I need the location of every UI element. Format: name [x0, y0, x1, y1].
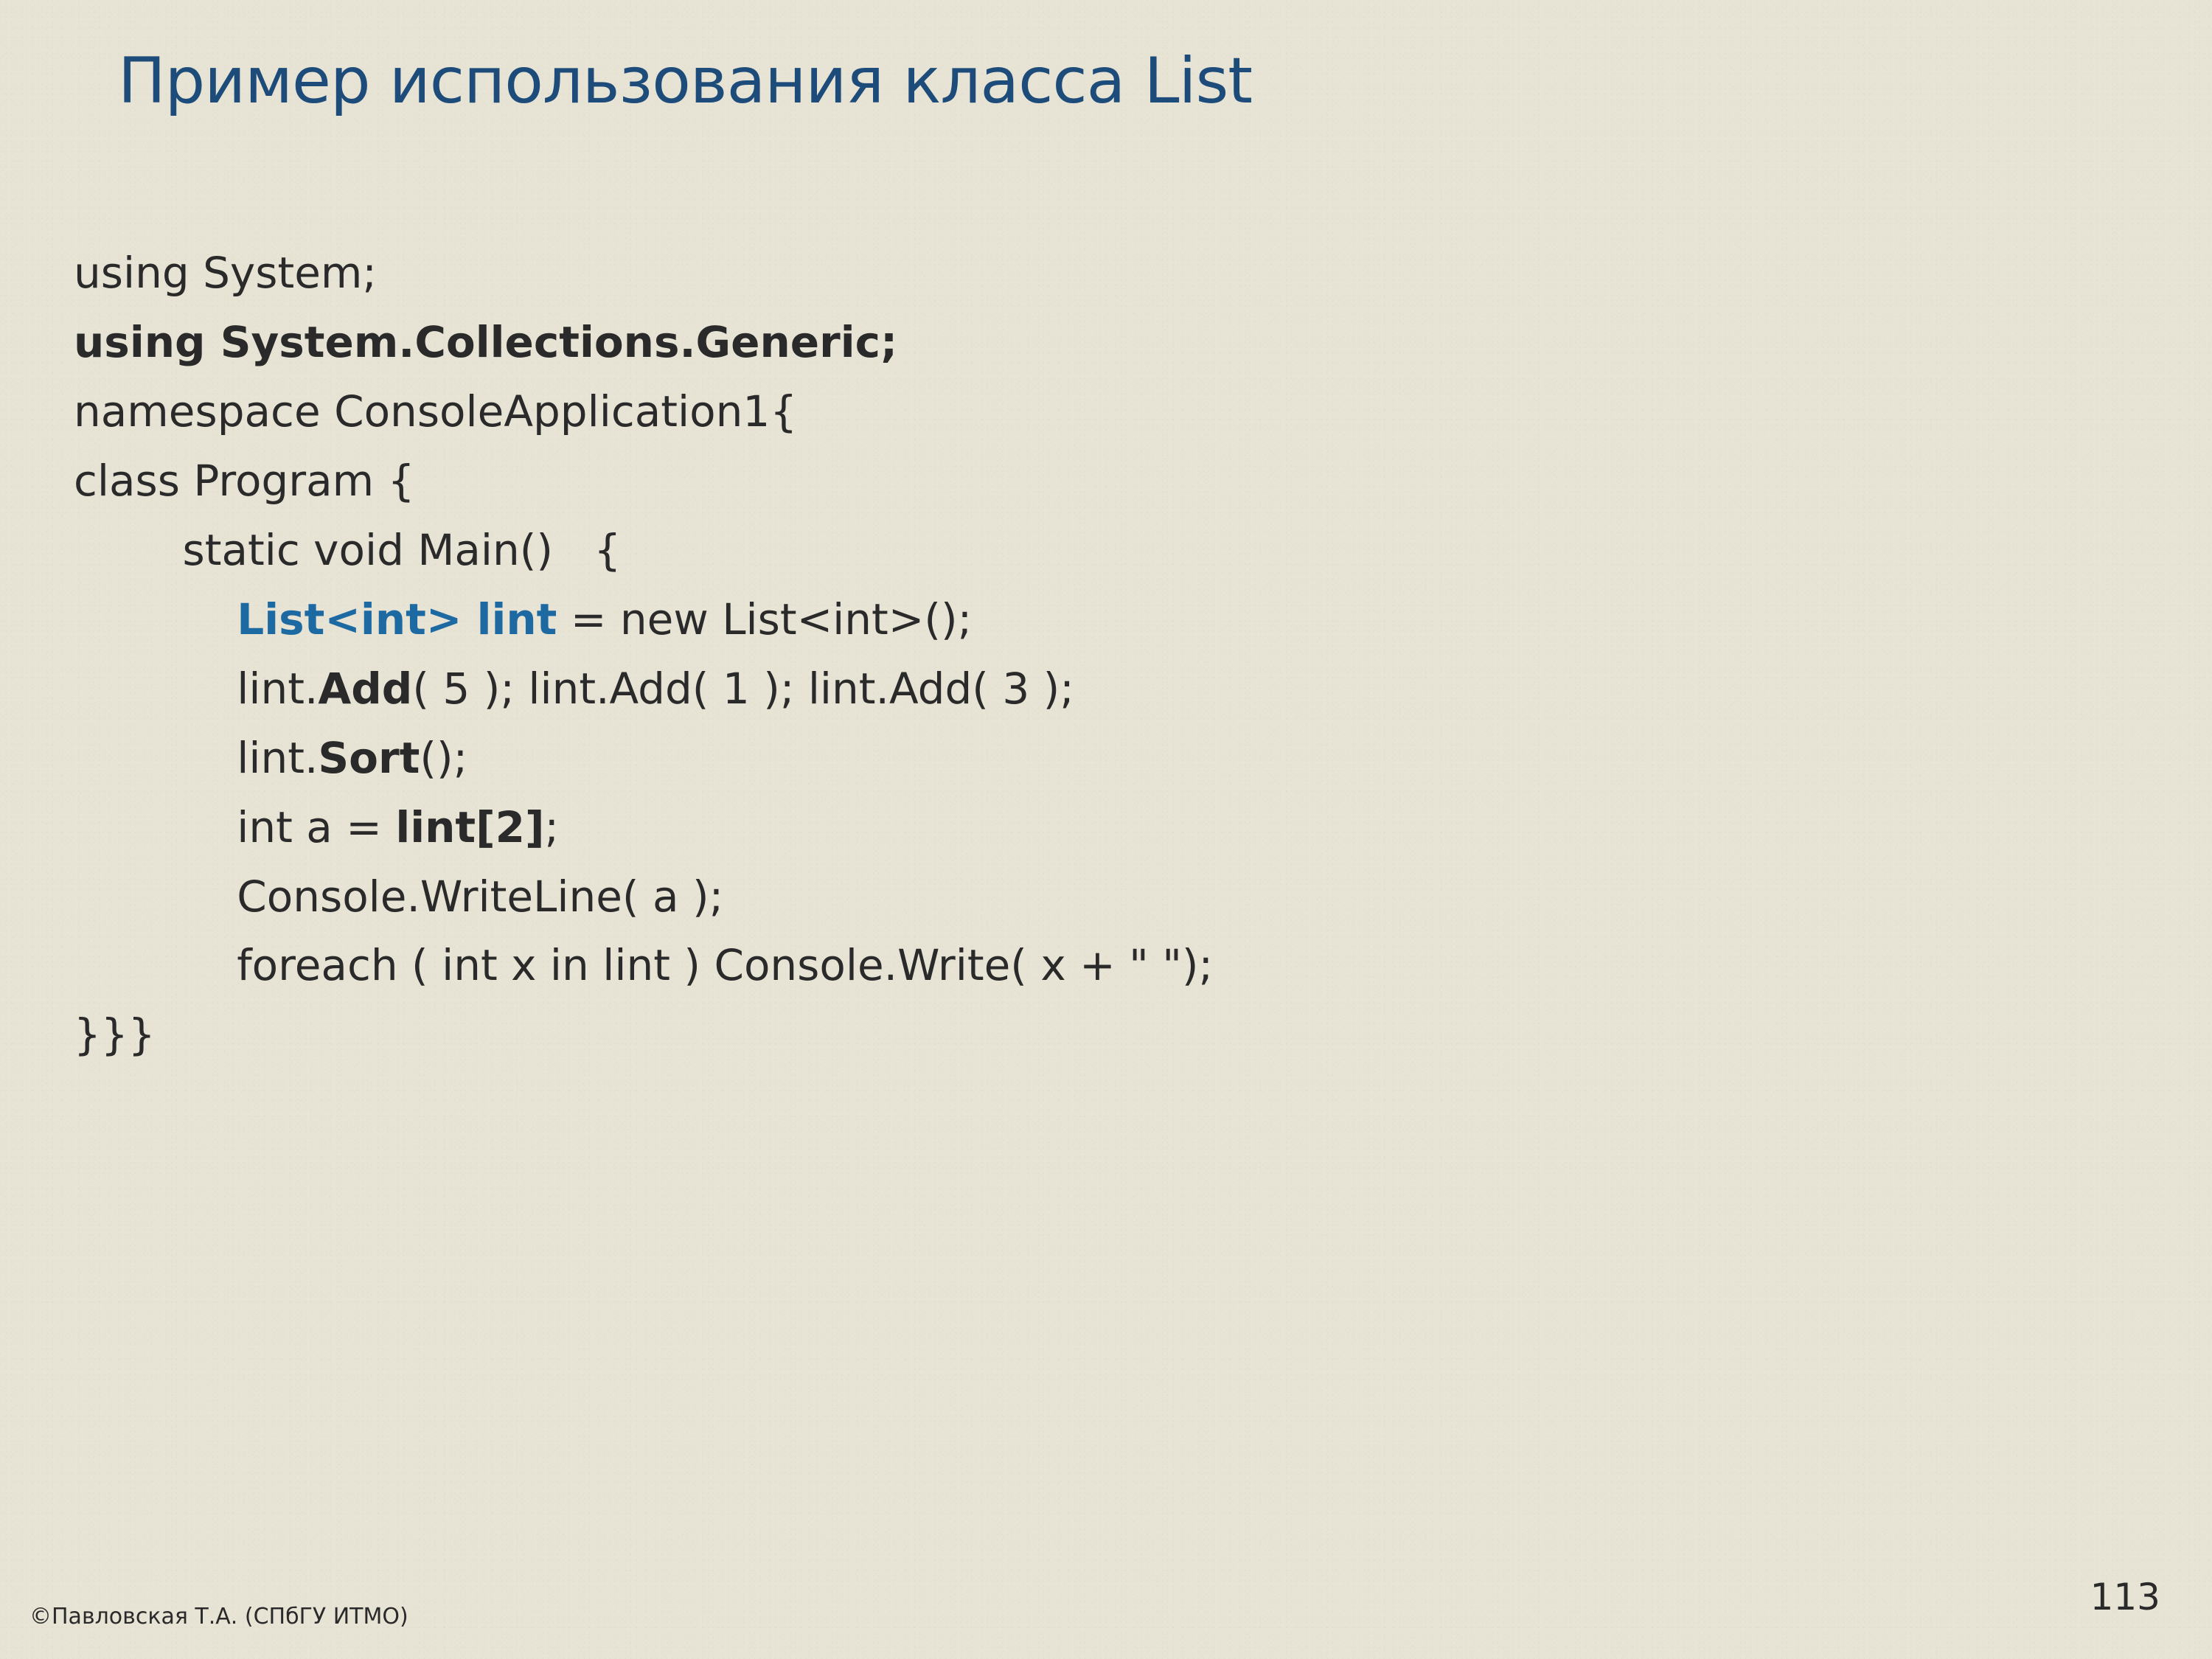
code-line-5: static void Main() {: [74, 525, 621, 575]
code-line-7-rest: ( 5 ); lint.Add( 1 ); lint.Add( 3 );: [412, 664, 1074, 714]
code-line-10: Console.WriteLine( a );: [74, 872, 723, 922]
footer-page-number: 113: [2090, 1576, 2160, 1618]
code-line-8-rest: ();: [420, 733, 467, 783]
slide: Пример использования класса List using S…: [0, 0, 2212, 1659]
code-line-9-pre: int a =: [74, 802, 395, 852]
code-line-2: using System.Collections.Generic;: [74, 317, 897, 367]
code-line-6-rest: = new List<int>();: [557, 594, 972, 644]
code-line-11: foreach ( int x in lint ) Console.Write(…: [74, 940, 1213, 990]
code-line-3: namespace ConsoleApplication1{: [74, 386, 797, 437]
code-line-7-pre: lint.: [74, 664, 318, 714]
footer-copyright: ©Павловская Т.А. (СПбГУ ИТМО): [29, 1604, 408, 1630]
code-line-7-add: Add: [318, 664, 412, 714]
code-line-6-decl: List<int> lint: [237, 594, 557, 644]
code-block: using System; using System.Collections.G…: [74, 170, 2138, 1070]
code-line-8-sort: Sort: [318, 733, 420, 783]
code-line-6-indent: [74, 594, 237, 644]
code-line-8-pre: lint.: [74, 733, 318, 783]
code-line-4: class Program {: [74, 456, 414, 506]
code-line-12: }}}: [74, 1009, 156, 1060]
code-line-9-index: lint[2]: [395, 802, 544, 852]
code-line-1: using System;: [74, 248, 377, 298]
slide-title: Пример использования класса List: [118, 44, 2138, 118]
code-line-9-rest: ;: [544, 802, 559, 852]
